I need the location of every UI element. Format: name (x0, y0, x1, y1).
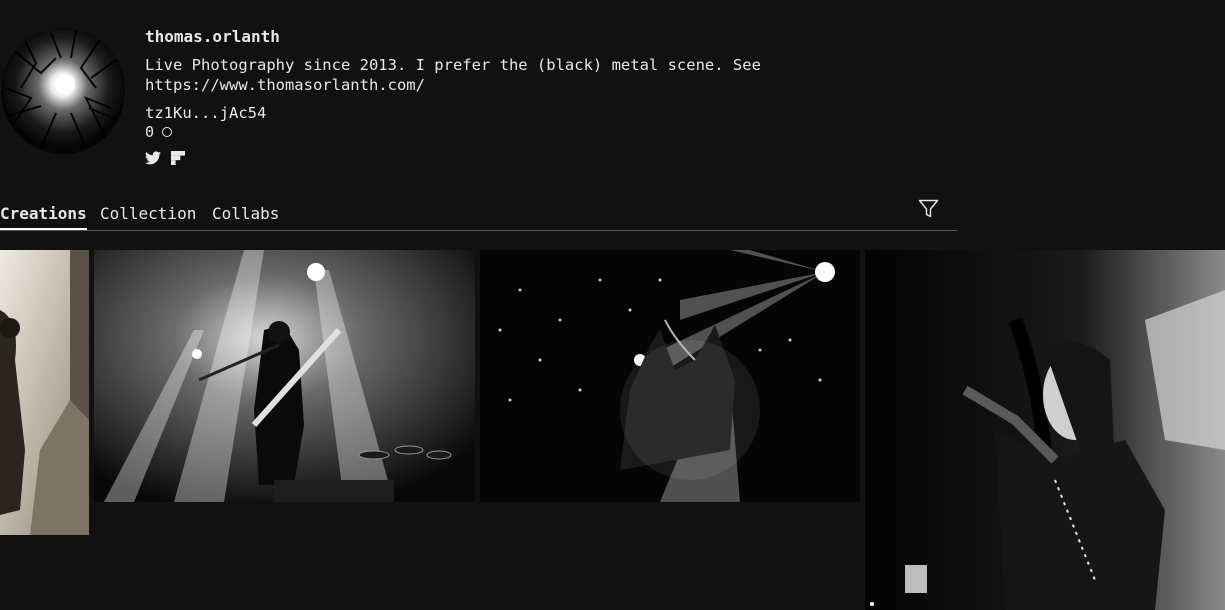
creation-tile[interactable] (480, 250, 860, 502)
profile-tabs: Creations Collection Collabs (0, 200, 957, 231)
social-links (145, 151, 945, 165)
tab-creations[interactable]: Creations (0, 205, 87, 230)
creation-tile[interactable] (865, 250, 1225, 610)
username[interactable]: thomas.orlanth (145, 27, 945, 47)
creation-tile[interactable] (0, 250, 89, 535)
filter-icon[interactable] (918, 199, 939, 223)
circle-icon (162, 127, 173, 137)
stats-row: 0 (145, 123, 945, 141)
tab-collabs[interactable]: Collabs (212, 205, 279, 223)
wallet-address[interactable]: tz1Ku...jAc54 (145, 103, 945, 123)
count-value: 0 (145, 123, 155, 141)
creation-tile[interactable] (94, 250, 475, 502)
flipboard-icon[interactable] (171, 151, 185, 165)
profile-info: thomas.orlanth Live Photography since 20… (145, 27, 945, 165)
tab-collection[interactable]: Collection (100, 205, 196, 223)
bio: Live Photography since 2013. I prefer th… (145, 56, 761, 94)
twitter-icon[interactable] (145, 151, 161, 165)
profile-page: thomas.orlanth Live Photography since 20… (0, 0, 1225, 610)
avatar[interactable] (1, 28, 125, 154)
